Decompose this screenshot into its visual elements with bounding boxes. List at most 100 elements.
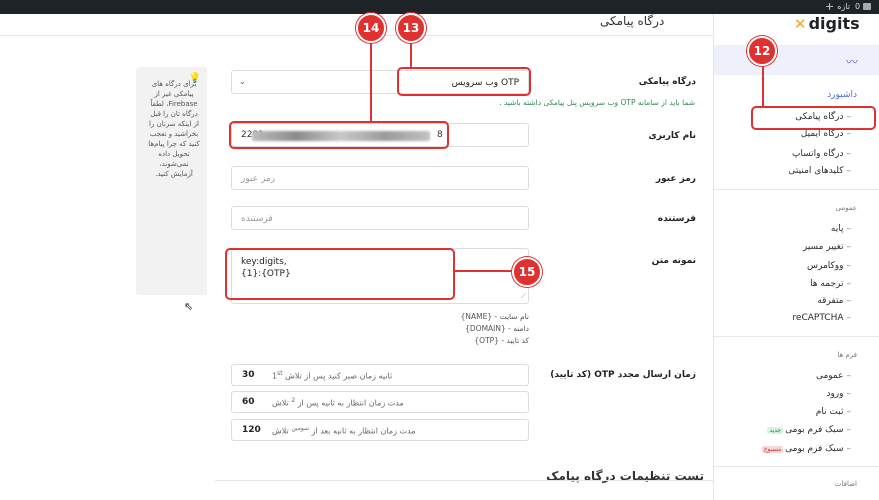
annotation-box-14 <box>229 121 449 149</box>
digits-logo: ✕ digits <box>794 14 860 33</box>
chevron-down-icon: ⌄ <box>239 77 246 86</box>
admin-bar: + تازه 0 <box>0 0 879 14</box>
sidebar-item-label: پایه <box>830 224 844 234</box>
sidebar-item-label: ووکامرس <box>807 261 844 271</box>
plus-icon: + <box>825 0 835 13</box>
sidebar-item-label: سبک فرم بومی <box>785 444 844 454</box>
annotation-line-13 <box>410 42 412 67</box>
resend-row-2[interactable]: 60 مدت زمان انتظار به ثانیه پس از 2 تلاش <box>231 391 529 413</box>
sidebar-item-redirect[interactable]: –تغییر مسیر <box>803 242 851 252</box>
resend-text: ثانیه زمان صبر کنید پس از تلاش <box>285 371 393 381</box>
annotation-line-12 <box>762 66 764 106</box>
resize-handle-icon[interactable]: ⟋ <box>521 290 526 302</box>
sidebar-forms-title: فرم ها <box>837 351 857 359</box>
admin-bar-comments[interactable]: 0 <box>855 2 872 11</box>
sidebar-divider <box>714 336 879 337</box>
sidebar-item-label: عمومی <box>815 371 844 381</box>
dashboard-label: داشبورد <box>827 90 857 100</box>
dash-icon: – <box>846 389 852 399</box>
resend-sup: سومین <box>291 424 310 432</box>
dash-icon: – <box>846 149 852 159</box>
resend-text-2: مدت زمان انتظار به ثانیه پس از 2 تلاش <box>272 397 404 408</box>
sidebar-item-label: درگاه واتساپ <box>791 149 844 159</box>
sidebar-item-label: تغییر مسیر <box>802 242 844 252</box>
annotation-marker-15: 15 <box>512 257 542 287</box>
sender-placeholder: فرستنده <box>241 214 273 224</box>
placeholder-name: نام سایت - {NAME} <box>460 312 529 321</box>
placeholder-domain: دامنه - {DOMAIN} <box>465 324 529 333</box>
resend-sup: st <box>277 369 283 377</box>
sidebar-item-native-style-deprecated[interactable]: –سبک فرم بومیمنسوخ <box>761 444 851 454</box>
sidebar-item-label: کلیدهای امنیتی <box>788 166 844 176</box>
page-title: درگاه پیامکی <box>600 14 665 28</box>
sidebar-item-native-style-new[interactable]: –سبک فرم بومیجدید <box>767 425 851 435</box>
sidebar-item-whatsapp-gateway[interactable]: –درگاه واتساپ <box>792 149 851 159</box>
comment-bubble-icon <box>863 3 872 10</box>
sender-label: فرستنده <box>657 214 696 224</box>
sidebar-item-label: ترجمه ها <box>810 279 844 289</box>
sidebar-item-translations[interactable]: –ترجمه ها <box>810 279 851 289</box>
deprecated-badge: منسوخ <box>761 446 784 453</box>
sidebar: ✕ digits 〰 داشبورد –درگاه پیامکی –درگاه … <box>713 14 879 500</box>
comments-count: 0 <box>855 2 861 11</box>
sidebar-item-label: درگاه ایمیل <box>800 129 844 139</box>
new-badge: جدید <box>767 427 784 434</box>
template-placeholders: نام سایت - {NAME} دامنه - {DOMAIN} کد تا… <box>461 311 529 347</box>
lightbulb-icon: 💡 <box>188 73 201 84</box>
sidebar-item-label: سبک فرم بومی <box>785 425 844 435</box>
sidebar-item-signup[interactable]: –ثبت نام <box>816 407 851 417</box>
resend-value-3: 120 <box>242 425 261 435</box>
sidebar-item-woocommerce[interactable]: –ووکامرس <box>807 261 851 271</box>
password-input[interactable]: رمز عبور <box>231 166 529 190</box>
tip-box: 💡 برای درگاه های پیامکی غیر از Firebase،… <box>136 67 207 295</box>
resend-ordinal: 2 <box>291 396 296 404</box>
gateway-hint: شما باید از سامانه OTP وب سرویس پنل پیام… <box>499 98 695 107</box>
dash-icon: – <box>846 407 852 417</box>
sidebar-item-recaptcha[interactable]: –reCAPTCHA <box>792 313 851 323</box>
resend-text: مدت زمان انتظار به ثانیه پس از <box>297 398 404 408</box>
password-placeholder: رمز عبور <box>241 174 276 184</box>
sidebar-divider <box>714 466 879 467</box>
sidebar-item-label: ثبت نام <box>815 407 844 417</box>
sidebar-general-title: عمومی <box>835 204 857 212</box>
dash-icon: – <box>846 242 852 252</box>
dash-icon: – <box>846 296 852 306</box>
sidebar-item-security-keys[interactable]: –کلیدهای امنیتی <box>788 166 851 176</box>
sidebar-item-basic[interactable]: –پایه <box>831 224 851 234</box>
dash-icon: – <box>846 166 852 176</box>
admin-bar-new-label: تازه <box>837 2 850 11</box>
sidebar-item-forms-general[interactable]: –عمومی <box>816 371 851 381</box>
dash-icon: – <box>846 313 852 323</box>
sidebar-item-login[interactable]: –ورود <box>826 389 851 399</box>
resend-text: مدت زمان انتظار به ثانیه بعد از <box>311 426 416 436</box>
sidebar-divider <box>714 189 879 190</box>
dash-icon: – <box>846 371 852 381</box>
sidebar-item-label: متفرقه <box>817 296 844 306</box>
sidebar-active-section[interactable]: 〰 <box>714 45 879 75</box>
gateway-label: درگاه پیامکی <box>638 77 696 87</box>
resend-row-3[interactable]: 120 مدت زمان انتظار به ثانیه بعد از سومی… <box>231 419 529 441</box>
annotation-marker-14: 14 <box>356 13 386 43</box>
annotation-marker-12: 12 <box>747 36 777 66</box>
dash-icon: – <box>846 425 852 435</box>
resend-value-2: 60 <box>242 397 255 407</box>
gateway-wave-icon: 〰 <box>845 55 858 69</box>
sender-input[interactable]: فرستنده <box>231 206 529 230</box>
resend-row-1[interactable]: 30 ثانیه زمان صبر کنید پس از تلاش 1st <box>231 364 529 386</box>
digits-logo-mark-icon: ✕ <box>794 14 807 33</box>
admin-bar-new[interactable]: + تازه <box>825 0 850 13</box>
password-label: رمز عبور <box>655 174 696 184</box>
sidebar-item-label: ورود <box>826 389 844 399</box>
sidebar-item-misc[interactable]: –متفرقه <box>817 296 851 306</box>
sidebar-addons-title: اضافات <box>834 480 857 488</box>
sidebar-dashboard-link[interactable]: داشبورد <box>827 90 857 100</box>
username-label: نام کاربری <box>648 131 696 141</box>
annotation-line-15 <box>455 270 513 272</box>
annotation-box-13 <box>397 67 531 96</box>
tip-text: برای درگاه های پیامکی غیر از Firebase، ل… <box>148 80 200 178</box>
mouse-cursor-icon: ⇖ <box>184 300 194 313</box>
template-label: نمونه متن <box>651 256 696 266</box>
resend-label: زمان ارسال مجدد OTP (کد تایید) <box>550 370 696 380</box>
sidebar-item-email-gateway[interactable]: –درگاه ایمیل <box>801 129 851 139</box>
placeholder-otp: کد تایید - {OTP} <box>474 336 529 345</box>
